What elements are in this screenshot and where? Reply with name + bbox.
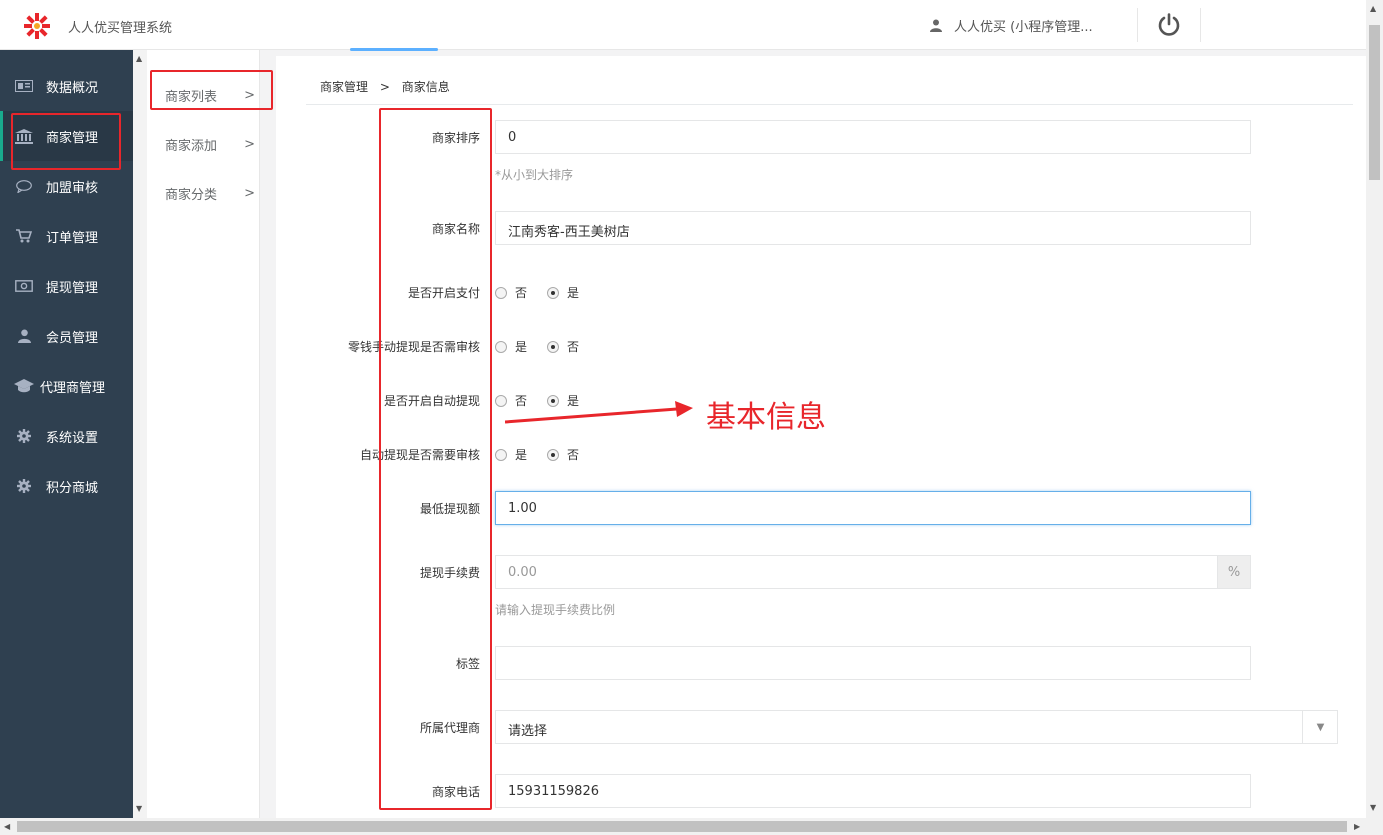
chevron-right-icon: > xyxy=(244,136,255,152)
sidebar-item-label: 数据概况 xyxy=(46,80,99,96)
radio-label: 是 xyxy=(515,340,528,354)
radio-yes[interactable] xyxy=(547,286,560,299)
radio-no[interactable] xyxy=(547,340,560,353)
enable-pay-radio-group: 否 是 xyxy=(495,284,599,301)
horizontal-scrollbar[interactable]: ◀ ▶ xyxy=(0,818,1383,835)
cart-icon xyxy=(14,228,34,244)
annotation-box-labels xyxy=(379,108,492,810)
scroll-down-arrow-icon[interactable]: ▼ xyxy=(136,804,142,813)
divider xyxy=(1137,8,1138,42)
radio-yes[interactable] xyxy=(495,340,507,353)
radio-label: 否 xyxy=(515,286,528,300)
user-icon xyxy=(930,19,942,32)
subnav-item-merchant-category[interactable]: 商家分类 > xyxy=(165,183,255,203)
graduation-cap-icon xyxy=(14,378,34,394)
sidebar-item-members[interactable]: 会员管理 xyxy=(0,311,133,361)
breadcrumb-separator: > xyxy=(379,80,390,94)
percent-addon: % xyxy=(1217,555,1251,589)
annotation-box-merchant-menu xyxy=(11,113,121,170)
divider xyxy=(306,104,1353,105)
subnav-item-label: 商家添加 xyxy=(165,138,218,154)
sidebar-item-label: 代理商管理 xyxy=(40,380,106,396)
sidebar-item-label: 提现管理 xyxy=(46,280,99,296)
radio-yes[interactable] xyxy=(495,448,507,461)
sidebar-item-agents[interactable]: 代理商管理 xyxy=(0,361,133,411)
withdraw-fee-hint: 请输入提现手续费比例 xyxy=(495,603,616,617)
scrollbar-thumb[interactable] xyxy=(1369,25,1380,180)
breadcrumb: 商家管理 > 商家信息 xyxy=(320,78,450,95)
scroll-up-arrow-icon[interactable]: ▲ xyxy=(136,54,142,63)
tab-indicator xyxy=(350,48,438,51)
logo-icon xyxy=(24,13,50,39)
manual-withdraw-review-radio-group: 是 否 xyxy=(495,338,599,355)
chevron-down-icon[interactable]: ▼ xyxy=(1302,710,1338,744)
top-header: 人人优买管理系统 人人优买 (小程序管理... xyxy=(0,0,1366,50)
sidebar-item-withdraw[interactable]: 提现管理 xyxy=(0,261,133,311)
sidebar-item-label: 积分商城 xyxy=(46,480,99,496)
chevron-right-icon: > xyxy=(244,185,255,201)
sidebar-item-label: 加盟审核 xyxy=(46,180,99,196)
divider xyxy=(1200,8,1201,42)
sub-sidebar-scrollbar[interactable]: ▲ ▼ xyxy=(133,50,147,818)
user-menu[interactable]: 人人优买 (小程序管理... xyxy=(930,16,1093,35)
gear-icon xyxy=(14,478,34,494)
radio-label: 是 xyxy=(515,448,528,462)
vertical-scrollbar[interactable]: ▲ ▼ xyxy=(1366,0,1383,818)
min-withdraw-input[interactable]: 1.00 xyxy=(495,491,1251,525)
tags-input[interactable] xyxy=(495,646,1251,680)
breadcrumb-current: 商家信息 xyxy=(401,80,450,94)
user-name: 人人优买 (小程序管理... xyxy=(954,20,1093,35)
sidebar-item-points-mall[interactable]: 积分商城 xyxy=(0,461,133,511)
sidebar-item-label: 订单管理 xyxy=(46,230,99,246)
user-icon xyxy=(14,328,34,344)
breadcrumb-parent[interactable]: 商家管理 xyxy=(320,80,368,94)
sort-input[interactable]: 0 xyxy=(495,120,1251,154)
sort-hint: *从小到大排序 xyxy=(495,168,574,182)
radio-label: 否 xyxy=(567,340,580,354)
subnav-item-label: 商家分类 xyxy=(165,187,218,203)
agent-select[interactable]: 请选择 xyxy=(495,710,1338,744)
auto-withdraw-review-radio-group: 是 否 xyxy=(495,446,599,463)
power-icon[interactable] xyxy=(1157,13,1181,37)
annotation-arrow-icon xyxy=(505,401,693,424)
money-icon xyxy=(14,278,34,294)
phone-input[interactable]: 15931159826 xyxy=(495,774,1251,808)
scroll-up-arrow-icon[interactable]: ▲ xyxy=(1370,4,1376,13)
annotation-text: 基本信息 xyxy=(706,400,826,435)
radio-label: 否 xyxy=(567,448,580,462)
sub-sidebar: ▲ ▼ 商家列表 > 商家添加 > 商家分类 > xyxy=(133,50,260,818)
withdraw-fee-input[interactable]: 0.00 xyxy=(495,555,1218,589)
radio-label: 是 xyxy=(567,286,580,300)
subnav-item-merchant-add[interactable]: 商家添加 > xyxy=(165,134,255,154)
dashboard-icon xyxy=(14,78,34,94)
sidebar-item-dashboard[interactable]: 数据概况 xyxy=(0,61,133,111)
radio-no[interactable] xyxy=(495,286,507,299)
scroll-right-arrow-icon[interactable]: ▶ xyxy=(1354,822,1360,831)
sidebar-item-label: 系统设置 xyxy=(46,430,99,446)
annotation-box-merchant-list xyxy=(150,70,273,110)
sidebar-item-orders[interactable]: 订单管理 xyxy=(0,211,133,261)
sidebar-item-settings[interactable]: 系统设置 xyxy=(0,411,133,461)
scroll-down-arrow-icon[interactable]: ▼ xyxy=(1370,803,1376,812)
merchant-name-input[interactable]: 江南秀客-西王美树店 xyxy=(495,211,1251,245)
radio-no[interactable] xyxy=(547,448,560,461)
chat-bubble-icon xyxy=(14,178,34,194)
scroll-left-arrow-icon[interactable]: ◀ xyxy=(4,822,10,831)
sidebar-item-label: 会员管理 xyxy=(46,330,99,346)
scrollbar-thumb[interactable] xyxy=(17,821,1347,832)
app-title: 人人优买管理系统 xyxy=(68,21,173,36)
gear-icon xyxy=(14,428,34,444)
